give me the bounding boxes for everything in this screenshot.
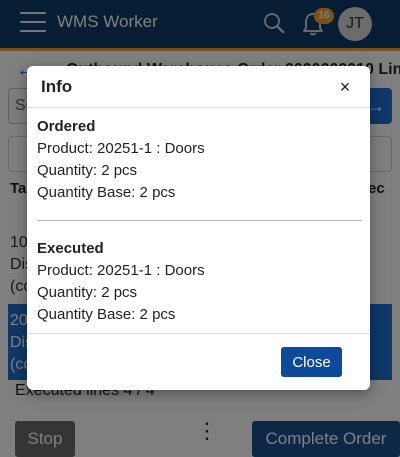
executed-heading: Executed	[37, 240, 104, 257]
executed-product: Product: 20251-1 : Doors	[37, 262, 205, 279]
close-icon[interactable]: ×	[338, 77, 352, 97]
executed-quantity-base: Quantity Base: 2 pcs	[37, 306, 176, 323]
executed-quantity: Quantity: 2 pcs	[37, 284, 138, 301]
ordered-product: Product: 20251-1 : Doors	[37, 140, 205, 157]
info-dialog: Info × Ordered Product: 20251-1 : Doors …	[27, 66, 370, 390]
section-divider	[37, 220, 362, 221]
ordered-quantity-base: Quantity Base: 2 pcs	[37, 184, 176, 201]
close-button[interactable]: Close	[281, 347, 342, 377]
ordered-heading: Ordered	[37, 118, 96, 135]
dialog-body: Ordered Product: 20251-1 : Doors Quantit…	[37, 116, 362, 326]
dialog-footer: Close	[27, 333, 370, 390]
ordered-quantity: Quantity: 2 pcs	[37, 162, 138, 179]
dialog-header: Info ×	[27, 66, 370, 108]
dialog-title: Info	[41, 77, 73, 96]
